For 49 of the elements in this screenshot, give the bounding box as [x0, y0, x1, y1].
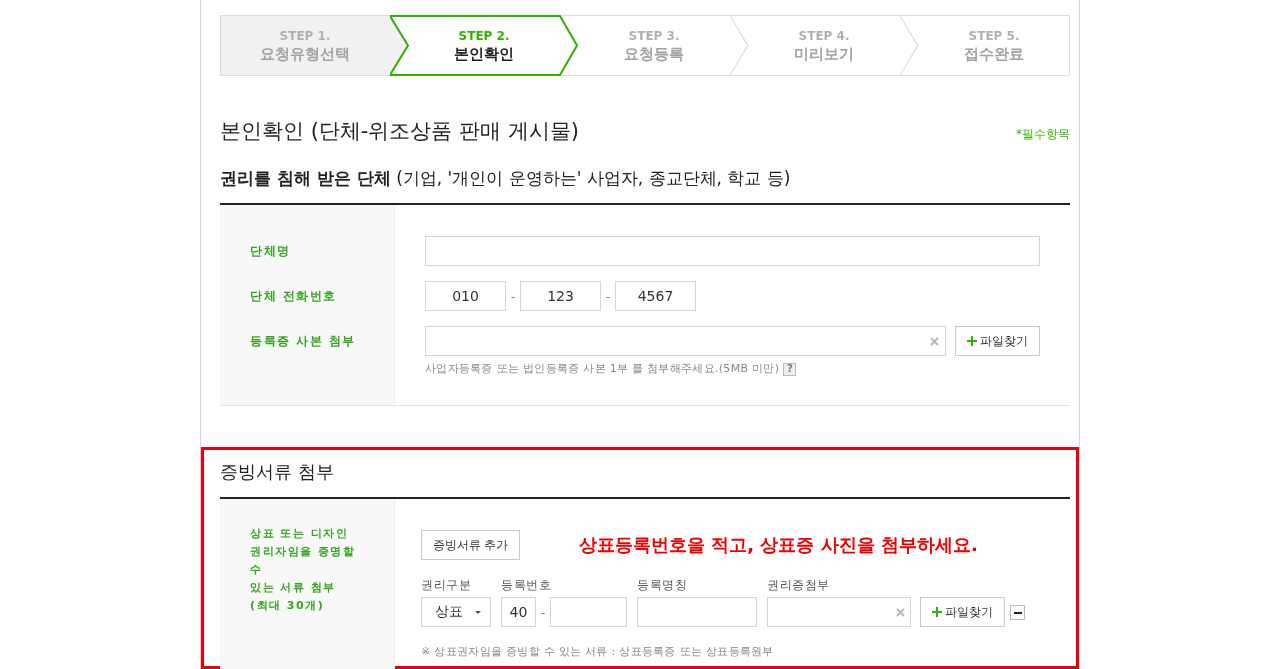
plus-icon: [967, 336, 977, 346]
step-label: 요청등록: [624, 43, 684, 64]
step-label: 접수완료: [964, 43, 1024, 64]
file-search-button[interactable]: 파일찾기: [920, 597, 1005, 627]
dash-text: -: [539, 604, 547, 620]
column-label: 권리증첨부: [767, 577, 831, 593]
minus-icon: [1013, 611, 1022, 614]
note-text: ※ 상표권자임을 증빙할 수 있는 서류 : 상표등록증 또는 상표등록원부: [421, 644, 775, 660]
caret-icon: [475, 610, 481, 614]
type-select[interactable]: 상표: [421, 597, 491, 627]
file-search-button[interactable]: 파일찾기: [955, 326, 1040, 356]
dash-text: -: [509, 288, 517, 304]
form-label: 단체 전화번호: [250, 288, 337, 305]
step-label: 본인확인: [454, 43, 514, 64]
section-title: 권리를 침해 받은 단체 (기업, '개인이 운영하는' 사업자, 종교단체, 학교 등): [220, 167, 792, 190]
form-label: 단체명: [250, 243, 291, 260]
column-label: 등록명칭: [637, 577, 688, 593]
clear-icon: [930, 336, 939, 346]
phone-field[interactable]: 4567: [615, 281, 696, 311]
form-label: 상표 또는 디자인 권리자임을 증명할 수 있는 서류 첨부 (최대 30개): [250, 526, 357, 614]
page-title: 본인확인 (단체-위조상품 판매 게시물): [220, 118, 579, 145]
step-number: STEP 3.: [628, 27, 680, 44]
file-field[interactable]: [767, 597, 911, 627]
number-prefix-field[interactable]: 40: [501, 597, 536, 627]
step-label: 요청유형선택: [260, 43, 350, 64]
clear-icon: [896, 607, 905, 617]
phone-field[interactable]: 010: [425, 281, 506, 311]
step-number: STEP 4.: [798, 27, 850, 44]
column-label: 등록번호: [501, 577, 552, 593]
help-button[interactable]: ?: [783, 362, 797, 376]
hint-text: 사업자등록증 또는 법인등록증 사본 1부 를 첨부해주세요.(5MB 미만): [425, 361, 780, 377]
step-number: STEP 1.: [279, 27, 331, 44]
file-field[interactable]: [425, 326, 946, 356]
text-field[interactable]: [637, 597, 757, 627]
required-note: *필수항목: [1016, 126, 1070, 143]
add-document-button[interactable]: 증빙서류 추가: [421, 530, 520, 560]
annotation-text: 상표등록번호을 적고, 상표증 사진을 첨부하세요.: [579, 533, 978, 557]
text-field[interactable]: [425, 236, 1040, 266]
step-number: STEP 2.: [458, 27, 510, 44]
phone-field[interactable]: 123: [520, 281, 601, 311]
remove-button[interactable]: [1010, 605, 1025, 620]
form-label: 등록증 사본 첨부: [250, 333, 356, 350]
column-label: 권리구분: [421, 577, 472, 593]
section-heading: 증빙서류 첨부: [220, 460, 335, 484]
step-number: STEP 5.: [968, 27, 1020, 44]
step-label: 미리보기: [794, 43, 854, 64]
number-field[interactable]: [550, 597, 627, 627]
dash-text: -: [604, 288, 612, 304]
plus-icon: [932, 607, 942, 617]
